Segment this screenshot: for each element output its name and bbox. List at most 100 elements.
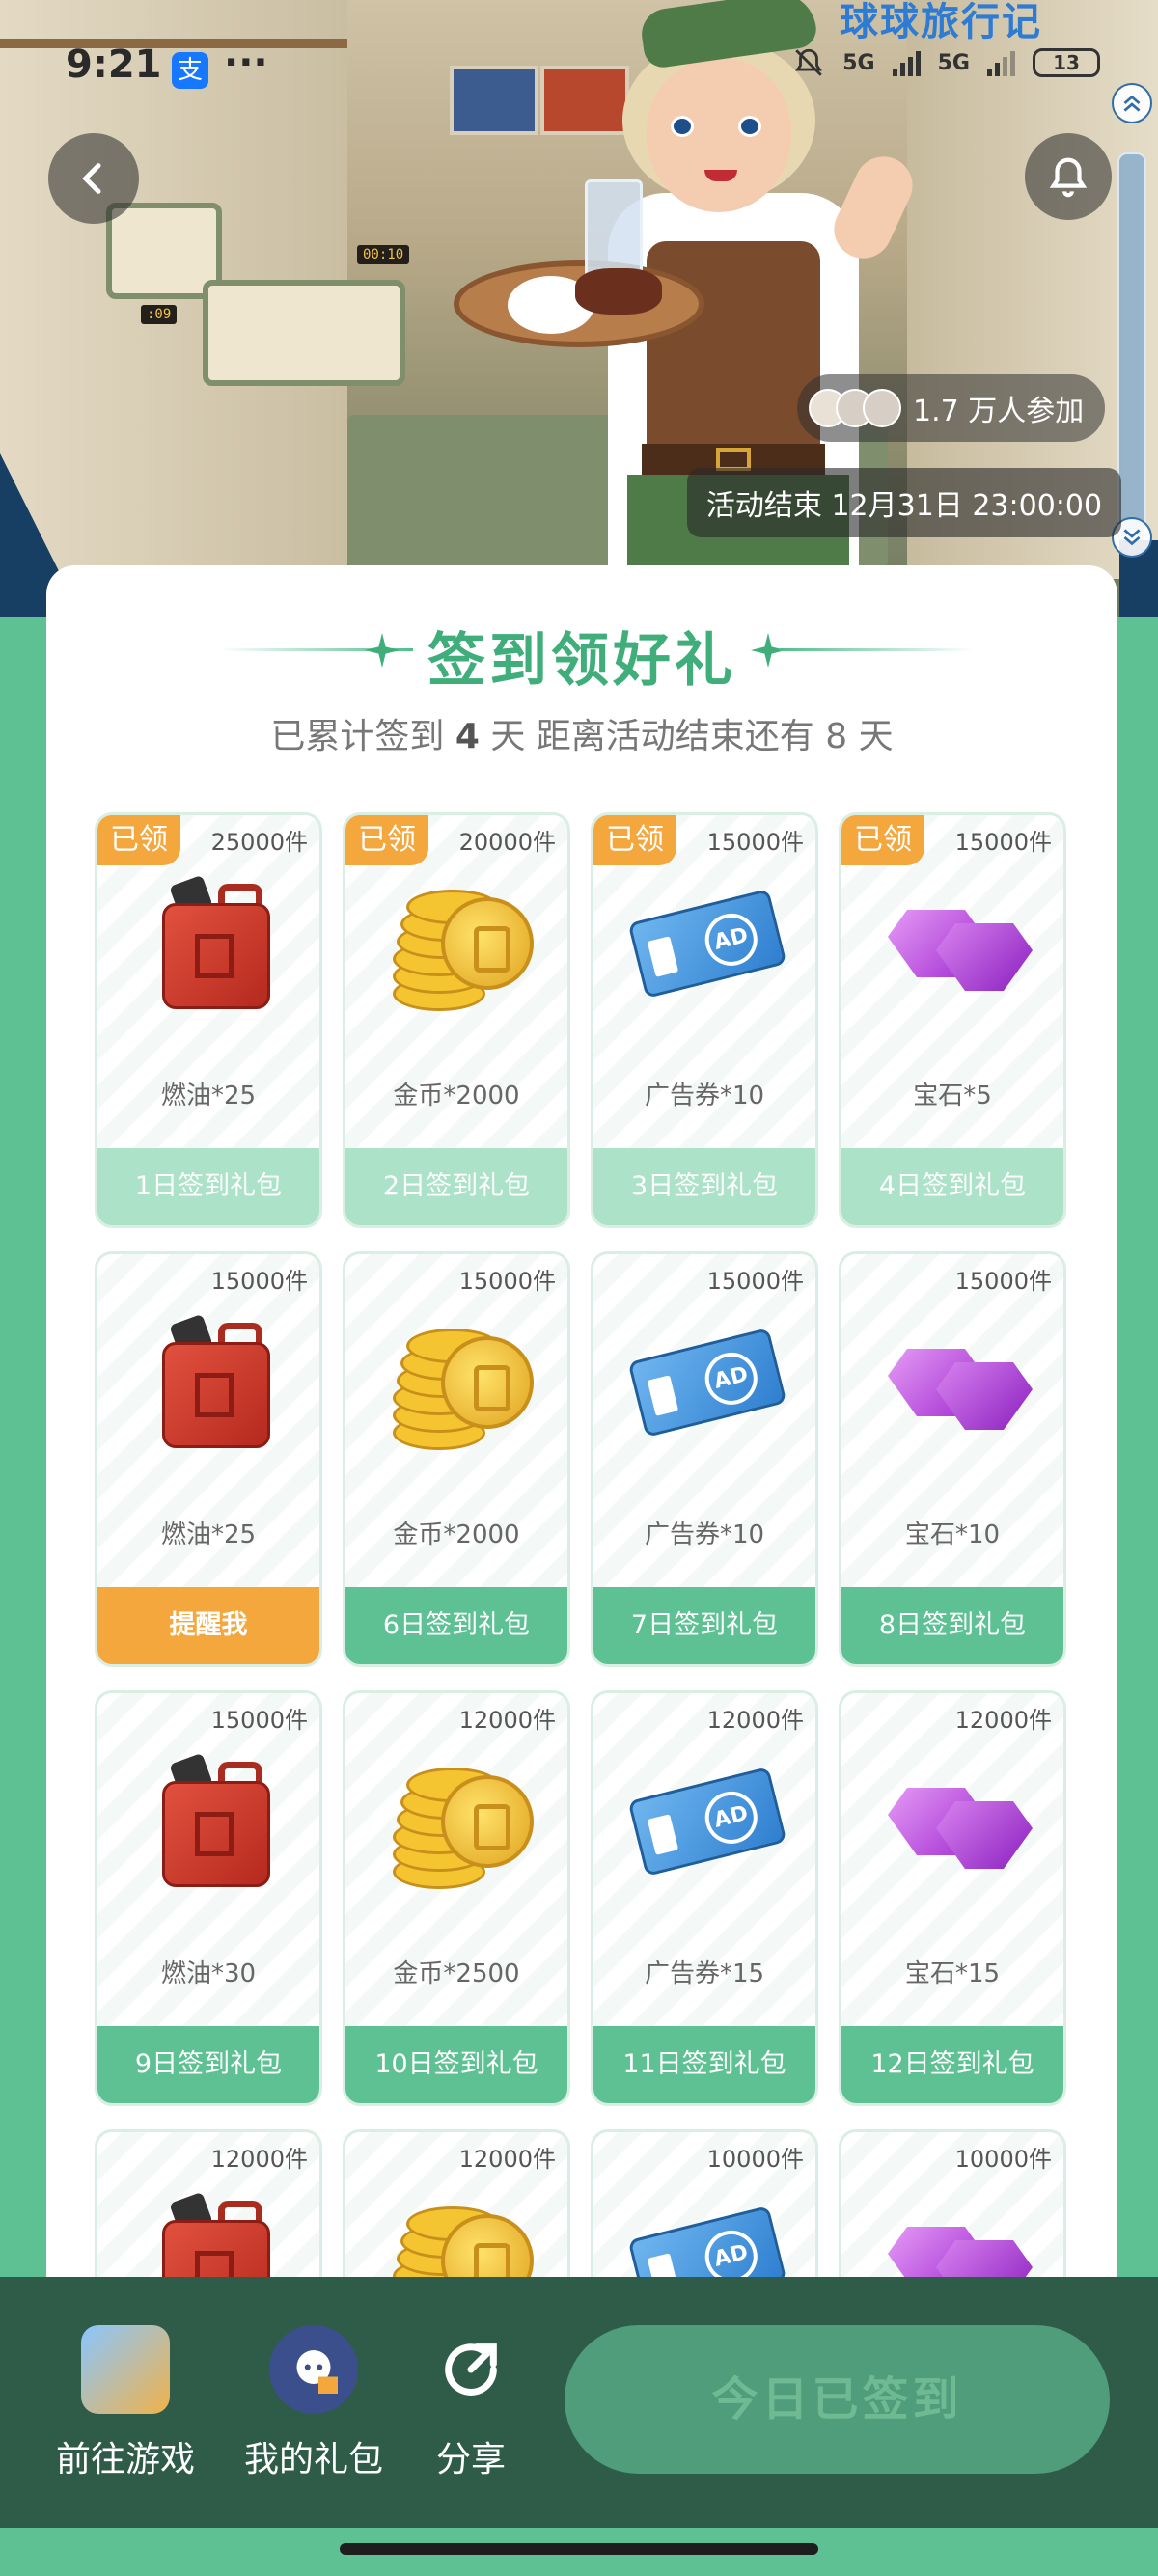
signal-label: 5G (842, 50, 875, 75)
checkin-title-row: 签到领好礼 (46, 614, 1117, 698)
my-gifts-label: 我的礼包 (243, 2440, 383, 2480)
scroll-up-button[interactable] (1112, 83, 1152, 123)
my-gifts-button[interactable]: 我的礼包 (236, 2325, 391, 2481)
signed-days-count: 4 (455, 717, 480, 756)
reward-name: 金币*2000 (393, 1082, 520, 1110)
claimed-badge: 已领 (593, 815, 676, 865)
day-gift-button[interactable]: 1日签到礼包 (97, 1148, 319, 1225)
battery-icon: 13 (1033, 48, 1100, 77)
home-indicator[interactable] (340, 2543, 818, 2555)
double-chevron-up-icon (1123, 95, 1141, 112)
progress-prefix: 已累计签到 (270, 717, 445, 756)
stock-count: 20000件 (458, 829, 556, 856)
sparkle-icon (365, 633, 400, 668)
back-button[interactable] (48, 133, 139, 224)
checkin-progress: 已累计签到 4 天 距离活动结束还有 8 天 (46, 708, 1117, 758)
avatar (863, 389, 901, 427)
more-dots: ··· (224, 41, 268, 85)
share-label: 分享 (435, 2440, 506, 2480)
oven (203, 280, 405, 386)
participants-count: 1.7 万人参加 (913, 395, 1085, 428)
remind-me-button[interactable]: 提醒我 (97, 1587, 319, 1664)
alipay-icon: 支 (172, 52, 208, 89)
fuel-can-icon (134, 1749, 289, 1894)
day-gift-button[interactable]: 11日签到礼包 (593, 2026, 815, 2103)
reward-name: 广告券*15 (644, 1959, 765, 1988)
signal-label: 5G (937, 50, 970, 75)
reward-tile[interactable]: 已领 15000件 AD 广告券*10 3日签到礼包 (591, 812, 818, 1228)
gold-coins-icon (382, 1749, 537, 1894)
progress-middle: 天 距离活动结束还有 (490, 717, 814, 756)
reward-tile[interactable]: 15000件 AD 广告券*10 7日签到礼包 (591, 1251, 818, 1667)
avatar-group (809, 389, 901, 427)
day-gift-button[interactable]: 8日签到礼包 (841, 1587, 1063, 1664)
go-to-game-button[interactable]: 前往游戏 (48, 2325, 203, 2481)
go-to-game-label: 前往游戏 (55, 2440, 195, 2480)
status-time: 9:21 (66, 42, 162, 87)
day-gift-button[interactable]: 10日签到礼包 (345, 2026, 567, 2103)
stock-count: 15000件 (706, 829, 804, 856)
day-gift-button[interactable]: 6日签到礼包 (345, 1587, 567, 1664)
purple-gem-icon (878, 871, 1033, 1016)
gold-coins-icon (382, 1310, 537, 1455)
remaining-days-count: 8 (825, 717, 848, 756)
reward-tile[interactable]: 已领 25000件 燃油*25 1日签到礼包 (95, 812, 322, 1228)
status-bar: 9:21 支 ··· 5G 5G 13 (0, 0, 1158, 135)
day-gift-button[interactable]: 7日签到礼包 (593, 1587, 815, 1664)
day-gift-button[interactable]: 9日签到礼包 (97, 2026, 319, 2103)
reward-tile[interactable]: 15000件 燃油*25 提醒我 (95, 1251, 322, 1667)
stock-count: 12000件 (706, 1707, 804, 1734)
reward-name: 燃油*30 (160, 1959, 257, 1988)
stock-count: 15000件 (706, 1268, 804, 1295)
chevron-left-icon (82, 163, 101, 194)
reward-name: 金币*2500 (393, 1959, 520, 1988)
stock-count: 15000件 (210, 1268, 308, 1295)
stock-count: 12000件 (458, 1707, 556, 1734)
ad-ticket-icon: AD (627, 871, 787, 1016)
reward-name: 宝石*15 (904, 1959, 1001, 1988)
reward-tile[interactable]: 12000件金币*2500 10日签到礼包 (343, 1690, 570, 2106)
stock-count: 12000件 (458, 2146, 556, 2173)
scroll-track[interactable] (1117, 152, 1146, 538)
reward-grid: 已领 25000件 燃油*25 1日签到礼包 已领 20000件 金币*2000 2日签到礼包… (95, 812, 1069, 2360)
reward-tile[interactable]: 15000件宝石*10 8日签到礼包 (839, 1251, 1066, 1667)
reward-tile[interactable]: 已领 20000件金币*2000 2日签到礼包 (343, 812, 570, 1228)
reward-name: 广告券*10 (644, 1082, 765, 1110)
fuel-can-icon (134, 1310, 289, 1455)
reward-name: 金币*2000 (393, 1521, 520, 1549)
subscribe-button[interactable] (1025, 133, 1112, 220)
stock-count: 15000件 (954, 1268, 1052, 1295)
day-gift-button[interactable]: 12日签到礼包 (841, 2026, 1063, 2103)
day-gift-button[interactable]: 2日签到礼包 (345, 1148, 567, 1225)
reward-tile[interactable]: 12000件宝石*15 12日签到礼包 (839, 1690, 1066, 2106)
reward-name: 宝石*5 (913, 1082, 992, 1110)
title-divider (780, 648, 973, 651)
stock-count: 10000件 (706, 2146, 804, 2173)
fuel-can-icon (134, 871, 289, 1016)
food-tray (454, 179, 704, 347)
claimed-badge: 已领 (841, 815, 924, 865)
share-button[interactable]: 分享 (394, 2325, 548, 2481)
reward-name: 宝石*10 (904, 1521, 1001, 1549)
stock-count: 12000件 (210, 2146, 308, 2173)
day-gift-button[interactable]: 3日签到礼包 (593, 1148, 815, 1225)
reward-tile[interactable]: 已领 15000件 宝石*5 4日签到礼包 (839, 812, 1066, 1228)
participants-badge: 1.7 万人参加 (797, 374, 1106, 442)
mute-icon (795, 48, 823, 76)
reward-tile[interactable]: 15000件 金币*2000 6日签到礼包 (343, 1251, 570, 1667)
stock-count: 12000件 (954, 1707, 1052, 1734)
gift-robot-icon (269, 2325, 358, 2414)
signal-bars-icon (892, 49, 921, 76)
gold-coins-icon (382, 871, 537, 1016)
reward-tile[interactable]: 15000件 燃油*30 9日签到礼包 (95, 1690, 322, 2106)
signal-bars-icon (987, 49, 1015, 76)
claimed-badge: 已领 (97, 815, 180, 865)
claimed-badge: 已领 (345, 815, 428, 865)
signed-today-button[interactable]: 今日已签到 (565, 2325, 1110, 2474)
reward-name: 广告券*10 (644, 1521, 765, 1549)
day-gift-button[interactable]: 4日签到礼包 (841, 1148, 1063, 1225)
share-icon (427, 2325, 515, 2414)
hero-banner: :09 00:10 球球旅行记 9:21 支 ··· 5G 5G 13 1.7 … (0, 0, 1158, 617)
reward-tile[interactable]: 12000件 AD 广告券*15 11日签到礼包 (591, 1690, 818, 2106)
oven-timer: :09 (141, 305, 178, 324)
